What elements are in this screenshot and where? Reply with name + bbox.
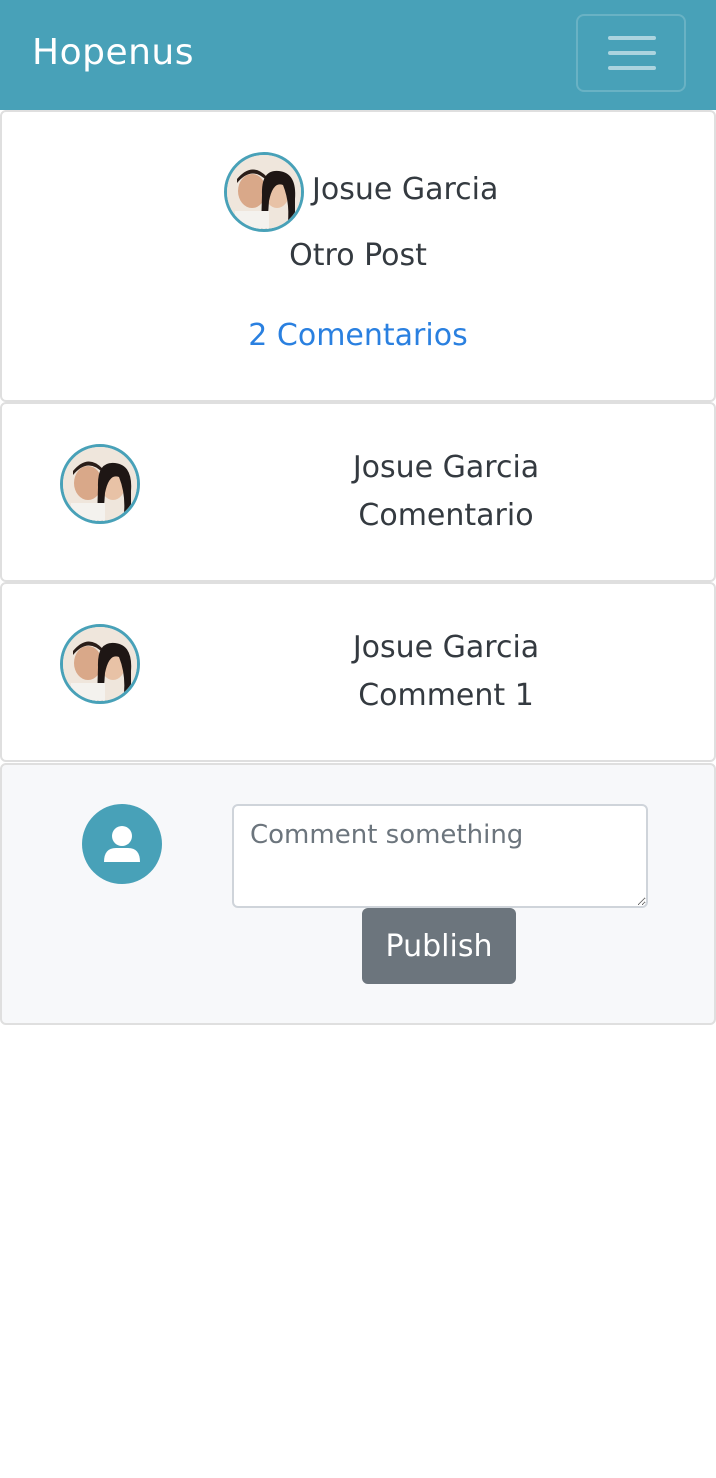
comment-author-avatar[interactable] bbox=[60, 624, 140, 704]
comment-author-name[interactable]: Josue Garcia bbox=[256, 450, 636, 486]
comment-author-name[interactable]: Josue Garcia bbox=[256, 630, 636, 666]
post-author-name[interactable]: Josue Garcia bbox=[312, 172, 498, 208]
navbar: Hopenus bbox=[0, 0, 716, 110]
avatar-photo-icon bbox=[63, 627, 137, 701]
user-icon bbox=[104, 826, 140, 862]
comment-text: Comentario bbox=[358, 498, 534, 533]
current-user-avatar bbox=[82, 804, 162, 884]
post-author-avatar[interactable] bbox=[224, 152, 304, 232]
comment-input[interactable] bbox=[232, 804, 648, 908]
avatar-photo-icon bbox=[227, 155, 301, 229]
post-text: Otro Post bbox=[289, 238, 427, 273]
comment-author-avatar[interactable] bbox=[60, 444, 140, 524]
comments-count-link[interactable]: 2 Comentarios bbox=[0, 318, 716, 354]
hamburger-menu-icon bbox=[608, 36, 656, 40]
publish-button[interactable]: Publish bbox=[362, 908, 516, 984]
brand-logo[interactable]: Hopenus bbox=[32, 30, 194, 76]
navbar-toggle-button[interactable] bbox=[576, 14, 686, 92]
avatar-photo-icon bbox=[63, 447, 137, 521]
comment-text: Comment 1 bbox=[358, 678, 534, 713]
